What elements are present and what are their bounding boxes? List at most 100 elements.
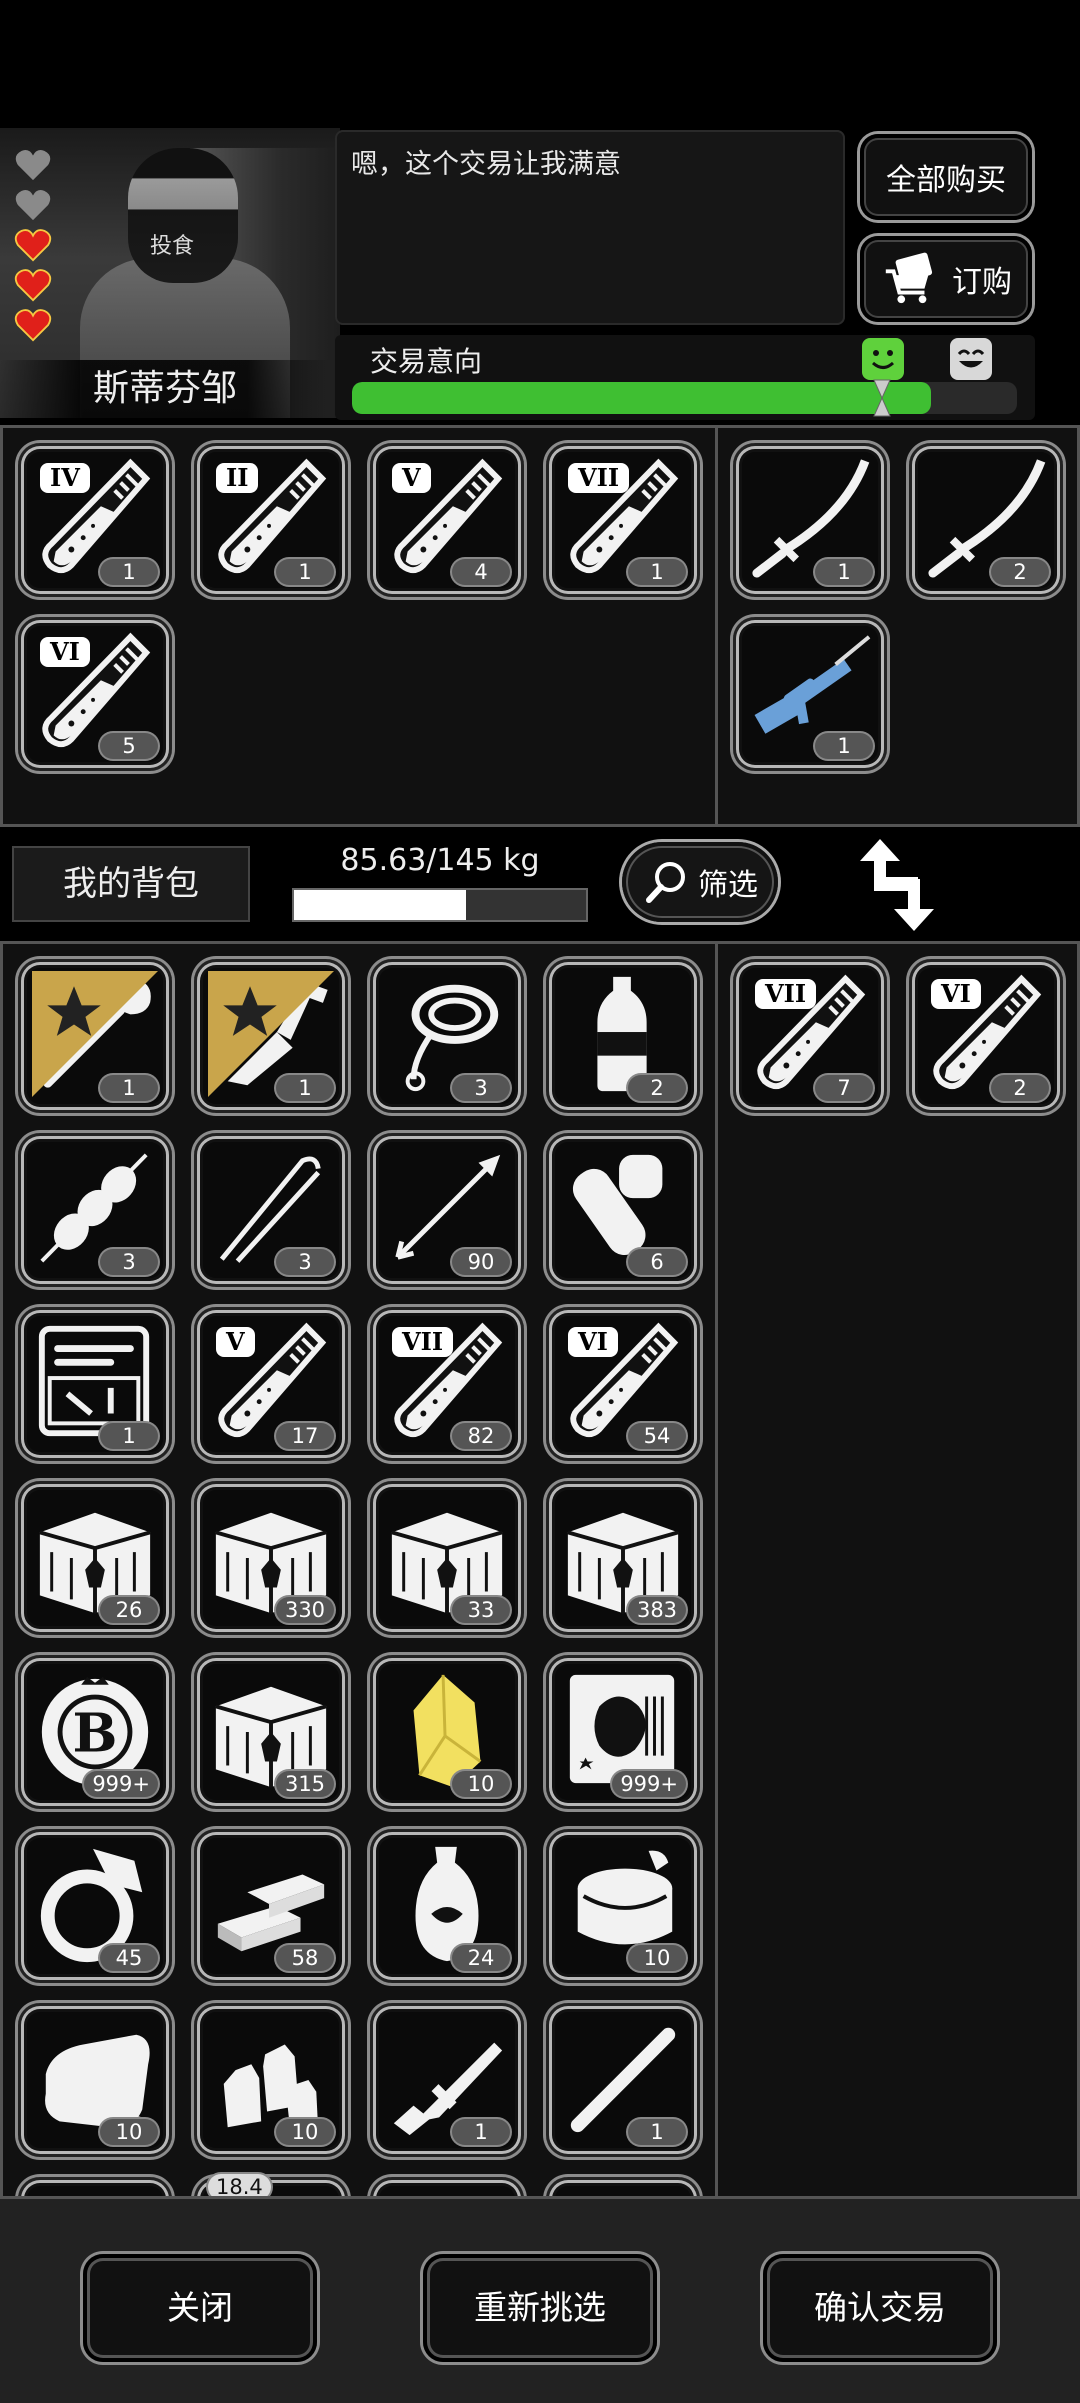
tier-badge: VII bbox=[755, 979, 817, 1009]
item-count: 33 bbox=[452, 1597, 510, 1623]
heart-full-icon bbox=[14, 309, 52, 342]
backpack-item-slot[interactable]: 90 bbox=[370, 1133, 524, 1287]
backpack-item-slot[interactable]: 383 bbox=[546, 1481, 700, 1635]
tier-badge: IV bbox=[40, 463, 90, 493]
hourglass-marker-icon bbox=[873, 379, 891, 417]
item-count: 999+ bbox=[84, 1771, 158, 1797]
cart-icon bbox=[885, 252, 933, 304]
my-backpack-tab[interactable]: 我的背包 bbox=[12, 846, 250, 922]
item-count: 1 bbox=[815, 559, 873, 585]
backpack-item-slot[interactable]: 33 bbox=[370, 1481, 524, 1635]
backpack-item-slot[interactable]: 1 bbox=[546, 2003, 700, 2157]
backpack-item-slot[interactable]: 1 bbox=[18, 959, 172, 1113]
item-count: 90 bbox=[452, 1249, 510, 1275]
swap-arrows-icon[interactable] bbox=[852, 835, 942, 935]
tier-badge: VI bbox=[40, 637, 90, 667]
item-count: 999+ bbox=[612, 1771, 686, 1797]
offer-item-slot[interactable]: VII 7 bbox=[733, 959, 887, 1113]
backpack-item-slot[interactable]: 26 bbox=[18, 1481, 172, 1635]
backpack-item-slot[interactable]: 315 bbox=[194, 1655, 348, 1809]
backpack-item-slot[interactable]: 999+ bbox=[546, 1655, 700, 1809]
weight-bar bbox=[292, 888, 588, 922]
order-button[interactable]: 订购 bbox=[860, 236, 1032, 322]
item-count: 7 bbox=[815, 1075, 873, 1101]
backpack-item-slot[interactable]: 24 bbox=[370, 1829, 524, 1983]
item-count: 1 bbox=[100, 559, 158, 585]
merchant-gear-slot[interactable]: 1 bbox=[733, 443, 887, 597]
weight-readout: 85.63/145 kg bbox=[340, 843, 540, 878]
item-count: 2 bbox=[628, 1075, 686, 1101]
item-count: 1 bbox=[452, 2119, 510, 2145]
close-button[interactable]: 关闭 bbox=[83, 2254, 317, 2362]
item-count: 1 bbox=[276, 559, 334, 585]
backpack-item-slot[interactable]: 58 bbox=[194, 1829, 348, 1983]
merchant-item-slot[interactable]: IV 1 bbox=[18, 443, 172, 597]
item-count: 330 bbox=[276, 1597, 334, 1623]
item-count: 1 bbox=[100, 1075, 158, 1101]
svg-text:B: B bbox=[73, 1702, 118, 1765]
merchant-gear-slot[interactable]: 1 bbox=[733, 617, 887, 771]
item-count: 45 bbox=[100, 1945, 158, 1971]
item-count: 24 bbox=[452, 1945, 510, 1971]
tier-badge: VI bbox=[931, 979, 981, 1009]
search-icon bbox=[646, 862, 685, 903]
backpack-item-slot[interactable]: 10 bbox=[194, 2003, 348, 2157]
backpack-item-slot[interactable]: 2 bbox=[546, 959, 700, 1113]
item-count: 1 bbox=[276, 1075, 334, 1101]
backpack-item-slot[interactable]: 3 bbox=[370, 959, 524, 1113]
backpack-item-slot[interactable]: V 17 bbox=[194, 1307, 348, 1461]
backpack-item-slot[interactable]: 330 bbox=[194, 1481, 348, 1635]
offer-panel: VII 7 VI 2 bbox=[715, 941, 1080, 2199]
reselect-button[interactable]: 重新挑选 bbox=[423, 2254, 657, 2362]
trade-intent-label: 交易意向 bbox=[370, 345, 483, 378]
merchant-item-slot[interactable]: VI 5 bbox=[18, 617, 172, 771]
item-count: 10 bbox=[628, 1945, 686, 1971]
tier-badge: V bbox=[392, 463, 431, 493]
item-count: 3 bbox=[452, 1075, 510, 1101]
backpack-item-slot[interactable]: 1 bbox=[370, 2003, 524, 2157]
backpack-item-slot[interactable]: VII 82 bbox=[370, 1307, 524, 1461]
backpack-item-slot[interactable]: 45 bbox=[18, 1829, 172, 1983]
item-count: 1 bbox=[628, 2119, 686, 2145]
tier-badge: II bbox=[216, 463, 259, 493]
confirm-trade-button[interactable]: 确认交易 bbox=[763, 2254, 997, 2362]
npc-name: 斯蒂芬邹 bbox=[0, 360, 330, 418]
merchant-item-slot[interactable]: V4 bbox=[370, 443, 524, 597]
item-count: 2 bbox=[991, 1075, 1049, 1101]
item-count: 58 bbox=[276, 1945, 334, 1971]
item-count: 54 bbox=[628, 1423, 686, 1449]
tier-badge: VII bbox=[392, 1327, 454, 1357]
merchant-gear-slot[interactable]: 2 bbox=[909, 443, 1063, 597]
merchant-consumables-panel: IV 1 II 1 V4 VII 1 VI 5 bbox=[0, 425, 718, 827]
backpack-panel: 1 1 3 2 3 3 90 6 1 V 17 VII 82 VI 54 26 330 bbox=[0, 941, 718, 2199]
offer-item-slot[interactable]: VI 2 bbox=[909, 959, 1063, 1113]
merchant-item-slot[interactable]: II 1 bbox=[194, 443, 348, 597]
merchant-gear-panel: 1 2 1 bbox=[715, 425, 1080, 827]
heart-empty-icon bbox=[15, 150, 51, 181]
filter-button[interactable]: 筛选 bbox=[622, 842, 778, 922]
backpack-item-slot[interactable]: VI 54 bbox=[546, 1307, 700, 1461]
backpack-item-slot[interactable]: B 999+ bbox=[18, 1655, 172, 1809]
backpack-item-slot[interactable]: 3 bbox=[18, 1133, 172, 1287]
buy-all-label: 全部购买 bbox=[886, 163, 1006, 198]
happy-face-icon bbox=[862, 338, 904, 380]
heart-full-icon bbox=[14, 229, 52, 262]
item-count: 1 bbox=[628, 559, 686, 585]
item-count: 82 bbox=[452, 1423, 510, 1449]
item-count: 3 bbox=[100, 1249, 158, 1275]
backpack-item-slot[interactable]: 1 bbox=[194, 959, 348, 1113]
merchant-item-slot[interactable]: VII 1 bbox=[546, 443, 700, 597]
mask-text: 投食 bbox=[150, 234, 195, 259]
buy-all-button[interactable]: 全部购买 bbox=[860, 134, 1032, 220]
item-count: 4 bbox=[452, 559, 510, 585]
tier-badge: V bbox=[216, 1327, 255, 1357]
backpack-item-slot[interactable]: 1 bbox=[18, 1307, 172, 1461]
backpack-item-slot[interactable]: 10 bbox=[370, 1655, 524, 1809]
backpack-item-slot[interactable]: 10 bbox=[546, 1829, 700, 1983]
backpack-item-slot[interactable]: 10 bbox=[18, 2003, 172, 2157]
backpack-item-slot[interactable]: 3 bbox=[194, 1133, 348, 1287]
heart-empty-icon bbox=[15, 190, 51, 221]
backpack-item-slot[interactable]: 6 bbox=[546, 1133, 700, 1287]
tier-badge: VII bbox=[568, 463, 630, 493]
item-count: 2 bbox=[991, 559, 1049, 585]
